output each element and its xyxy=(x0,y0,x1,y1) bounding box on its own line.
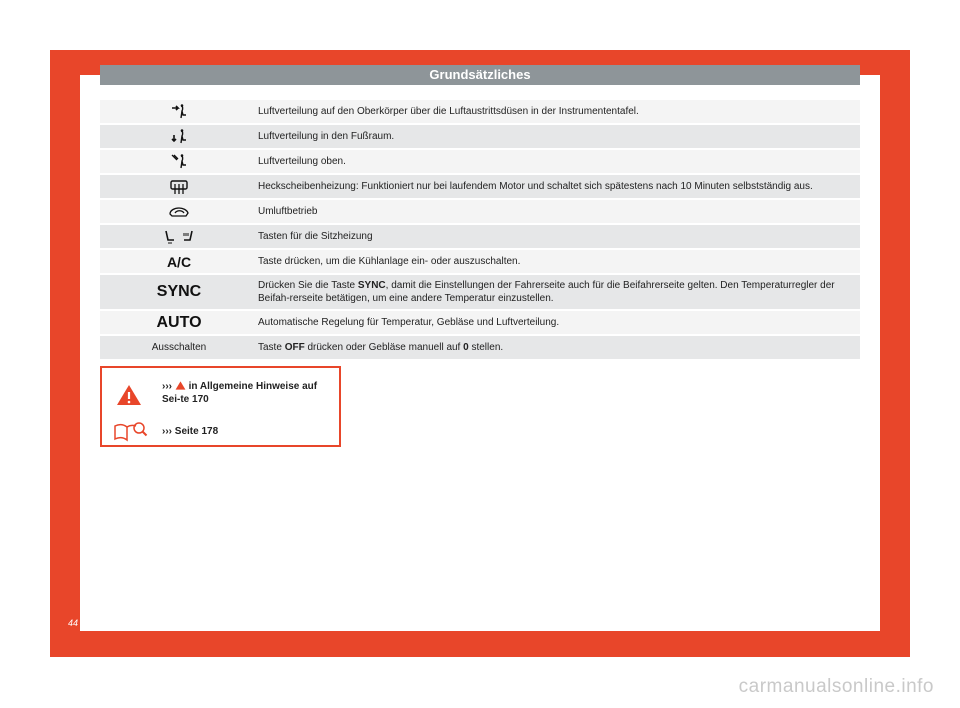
manual-magnifier-icon xyxy=(114,422,148,442)
table-row: Umluftbetrieb xyxy=(100,200,860,223)
row-text: Umluftbetrieb xyxy=(258,206,318,217)
rear-defrost-icon xyxy=(100,179,258,194)
table-row: Luftverteilung oben. xyxy=(100,150,860,173)
table-row: Heckscheibenheizung: Funktioniert nur be… xyxy=(100,175,860,198)
row-text: Luftverteilung auf den Oberkörper über d… xyxy=(258,106,639,117)
air-upper-body-icon xyxy=(100,103,258,120)
row-text: Drücken Sie die Taste SYNC, damit die Ei… xyxy=(258,280,835,304)
table-row: AUTO Automatische Regelung für Temperatu… xyxy=(100,311,860,334)
watermark: carmanualsonline.info xyxy=(738,676,934,697)
row-text: Heckscheibenheizung: Funktioniert nur be… xyxy=(258,181,813,192)
table-row: Luftverteilung in den Fußraum. xyxy=(100,125,860,148)
off-label: Ausschalten xyxy=(151,342,207,353)
page-number: 44 xyxy=(68,618,79,628)
table-row: Tasten für die Sitzheizung xyxy=(100,225,860,248)
table-row: Luftverteilung auf den Oberkörper über d… xyxy=(100,100,860,123)
row-text: Luftverteilung oben. xyxy=(258,156,346,167)
table-row: A/C Taste drücken, um die Kühlanlage ein… xyxy=(100,250,860,273)
reference-1[interactable]: ››› in Allgemeine Hinweise auf Sei-te 17… xyxy=(162,380,334,406)
recirculation-icon xyxy=(100,206,258,218)
off-inline-label: OFF xyxy=(284,342,305,353)
sync-inline-label: SYNC xyxy=(357,280,386,291)
sync-label: SYNC xyxy=(156,283,202,300)
warning-icon xyxy=(117,385,141,405)
row-text: Taste OFF drücken oder Gebläse manuell a… xyxy=(258,342,504,353)
air-footwell-icon xyxy=(100,128,258,145)
seat-heating-icon xyxy=(100,229,258,245)
reference-2[interactable]: ››› Seite 178 xyxy=(162,426,218,437)
warning-small-icon xyxy=(175,381,186,390)
zero-inline-label: 0 xyxy=(463,342,469,353)
section-header: Grundsätzliches xyxy=(100,65,860,85)
air-windshield-icon xyxy=(100,153,258,170)
row-text: Automatische Regelung für Temperatur, Ge… xyxy=(258,317,560,328)
table-row: Ausschalten Taste OFF drücken oder Geblä… xyxy=(100,336,860,359)
table-row: SYNC Drücken Sie die Taste SYNC, damit d… xyxy=(100,275,860,309)
warning-box: ››› in Allgemeine Hinweise auf Sei-te 17… xyxy=(100,366,341,447)
row-text: Tasten für die Sitzheizung xyxy=(258,231,373,242)
auto-label: AUTO xyxy=(156,313,202,331)
ac-label: A/C xyxy=(166,253,192,270)
controls-table: Luftverteilung auf den Oberkörper über d… xyxy=(100,100,860,361)
row-text: Luftverteilung in den Fußraum. xyxy=(258,131,395,142)
row-text: Taste drücken, um die Kühlanlage ein- od… xyxy=(258,256,521,267)
